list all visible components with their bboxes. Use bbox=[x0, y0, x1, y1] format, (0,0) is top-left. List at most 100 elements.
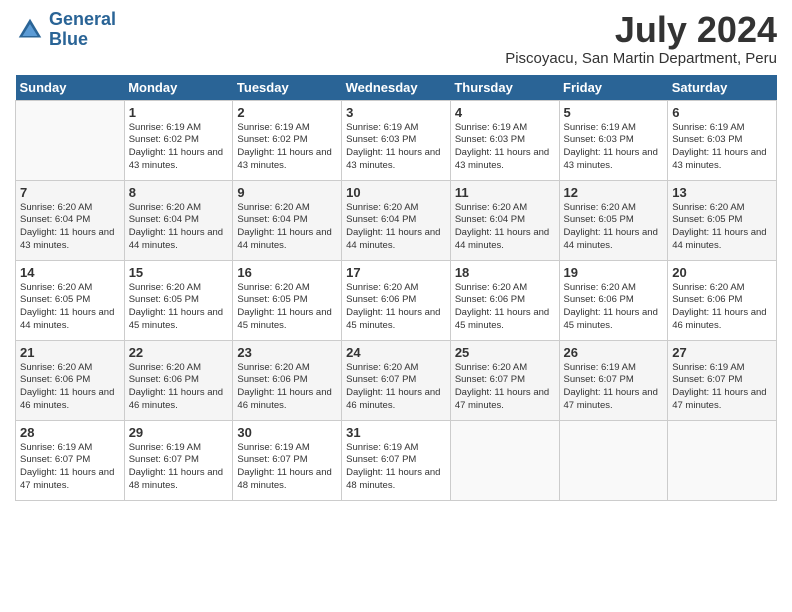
week-row-5: 28 Sunrise: 6:19 AM Sunset: 6:07 PM Dayli… bbox=[16, 420, 777, 500]
day-number: 15 bbox=[129, 265, 229, 280]
day-number: 28 bbox=[20, 425, 120, 440]
day-info: Sunrise: 6:19 AM Sunset: 6:07 PM Dayligh… bbox=[237, 442, 337, 493]
logo-line1: General bbox=[49, 9, 116, 29]
day-number: 24 bbox=[346, 345, 446, 360]
day-header-monday: Monday bbox=[124, 75, 233, 101]
day-number: 20 bbox=[672, 265, 772, 280]
day-info: Sunrise: 6:20 AM Sunset: 6:06 PM Dayligh… bbox=[564, 282, 664, 333]
day-header-friday: Friday bbox=[559, 75, 668, 101]
day-cell: 21 Sunrise: 6:20 AM Sunset: 6:06 PM Dayli… bbox=[16, 340, 125, 420]
day-cell: 23 Sunrise: 6:20 AM Sunset: 6:06 PM Dayli… bbox=[233, 340, 342, 420]
day-info: Sunrise: 6:19 AM Sunset: 6:07 PM Dayligh… bbox=[129, 442, 229, 493]
day-cell: 17 Sunrise: 6:20 AM Sunset: 6:06 PM Dayli… bbox=[342, 260, 451, 340]
day-info: Sunrise: 6:20 AM Sunset: 6:06 PM Dayligh… bbox=[20, 362, 120, 413]
day-info: Sunrise: 6:19 AM Sunset: 6:03 PM Dayligh… bbox=[455, 122, 555, 173]
header: General Blue July 2024 Piscoyacu, San Ma… bbox=[15, 10, 777, 67]
day-cell: 10Sunrise: 6:20 AM Sunset: 6:04 PM Dayli… bbox=[342, 180, 451, 260]
day-number: 31 bbox=[346, 425, 446, 440]
day-info: Sunrise: 6:19 AM Sunset: 6:02 PM Dayligh… bbox=[237, 122, 337, 173]
day-cell: 27 Sunrise: 6:19 AM Sunset: 6:07 PM Dayli… bbox=[668, 340, 777, 420]
day-info: Sunrise: 6:20 AM Sunset: 6:05 PM Dayligh… bbox=[564, 202, 664, 253]
day-number: 14 bbox=[20, 265, 120, 280]
day-info: Sunrise: 6:20 AM Sunset: 6:04 PM Dayligh… bbox=[346, 202, 446, 253]
day-cell: 18 Sunrise: 6:20 AM Sunset: 6:06 PM Dayli… bbox=[450, 260, 559, 340]
logo-text: General Blue bbox=[49, 10, 116, 50]
day-cell: 8Sunrise: 6:20 AM Sunset: 6:04 PM Daylig… bbox=[124, 180, 233, 260]
day-info: Sunrise: 6:20 AM Sunset: 6:07 PM Dayligh… bbox=[346, 362, 446, 413]
day-cell: 16Sunrise: 6:20 AM Sunset: 6:05 PM Dayli… bbox=[233, 260, 342, 340]
day-cell bbox=[450, 420, 559, 500]
day-cell: 14 Sunrise: 6:20 AM Sunset: 6:05 PM Dayli… bbox=[16, 260, 125, 340]
day-info: Sunrise: 6:20 AM Sunset: 6:04 PM Dayligh… bbox=[237, 202, 337, 253]
week-row-2: 7Sunrise: 6:20 AM Sunset: 6:04 PM Daylig… bbox=[16, 180, 777, 260]
title-area: July 2024 Piscoyacu, San Martin Departme… bbox=[505, 10, 777, 67]
week-row-1: 1 Sunrise: 6:19 AM Sunset: 6:02 PM Daylig… bbox=[16, 100, 777, 180]
week-row-4: 21 Sunrise: 6:20 AM Sunset: 6:06 PM Dayli… bbox=[16, 340, 777, 420]
day-info: Sunrise: 6:20 AM Sunset: 6:05 PM Dayligh… bbox=[672, 202, 772, 253]
day-number: 27 bbox=[672, 345, 772, 360]
day-number: 18 bbox=[455, 265, 555, 280]
day-number: 3 bbox=[346, 105, 446, 120]
day-info: Sunrise: 6:20 AM Sunset: 6:06 PM Dayligh… bbox=[346, 282, 446, 333]
day-info: Sunrise: 6:20 AM Sunset: 6:05 PM Dayligh… bbox=[20, 282, 120, 333]
calendar-table: SundayMondayTuesdayWednesdayThursdayFrid… bbox=[15, 75, 777, 501]
main-title: July 2024 bbox=[505, 10, 777, 50]
logo-line2: Blue bbox=[49, 29, 88, 49]
day-info: Sunrise: 6:20 AM Sunset: 6:04 PM Dayligh… bbox=[20, 202, 120, 253]
day-number: 2 bbox=[237, 105, 337, 120]
day-number: 19 bbox=[564, 265, 664, 280]
day-cell: 6Sunrise: 6:19 AM Sunset: 6:03 PM Daylig… bbox=[668, 100, 777, 180]
day-info: Sunrise: 6:19 AM Sunset: 6:07 PM Dayligh… bbox=[672, 362, 772, 413]
header-row: SundayMondayTuesdayWednesdayThursdayFrid… bbox=[16, 75, 777, 101]
day-number: 22 bbox=[129, 345, 229, 360]
day-info: Sunrise: 6:20 AM Sunset: 6:07 PM Dayligh… bbox=[455, 362, 555, 413]
day-cell: 13Sunrise: 6:20 AM Sunset: 6:05 PM Dayli… bbox=[668, 180, 777, 260]
day-header-saturday: Saturday bbox=[668, 75, 777, 101]
day-number: 1 bbox=[129, 105, 229, 120]
day-header-thursday: Thursday bbox=[450, 75, 559, 101]
day-number: 29 bbox=[129, 425, 229, 440]
day-info: Sunrise: 6:20 AM Sunset: 6:05 PM Dayligh… bbox=[129, 282, 229, 333]
day-number: 25 bbox=[455, 345, 555, 360]
day-info: Sunrise: 6:19 AM Sunset: 6:07 PM Dayligh… bbox=[564, 362, 664, 413]
logo-icon bbox=[15, 15, 45, 45]
day-cell: 5 Sunrise: 6:19 AM Sunset: 6:03 PM Daylig… bbox=[559, 100, 668, 180]
day-cell: 20Sunrise: 6:20 AM Sunset: 6:06 PM Dayli… bbox=[668, 260, 777, 340]
day-cell: 15 Sunrise: 6:20 AM Sunset: 6:05 PM Dayli… bbox=[124, 260, 233, 340]
subtitle: Piscoyacu, San Martin Department, Peru bbox=[505, 50, 777, 67]
day-number: 23 bbox=[237, 345, 337, 360]
day-number: 21 bbox=[20, 345, 120, 360]
day-info: Sunrise: 6:19 AM Sunset: 6:02 PM Dayligh… bbox=[129, 122, 229, 173]
day-number: 26 bbox=[564, 345, 664, 360]
day-info: Sunrise: 6:19 AM Sunset: 6:03 PM Dayligh… bbox=[346, 122, 446, 173]
day-header-sunday: Sunday bbox=[16, 75, 125, 101]
day-cell: 9 Sunrise: 6:20 AM Sunset: 6:04 PM Daylig… bbox=[233, 180, 342, 260]
day-cell: 11Sunrise: 6:20 AM Sunset: 6:04 PM Dayli… bbox=[450, 180, 559, 260]
day-cell: 26 Sunrise: 6:19 AM Sunset: 6:07 PM Dayli… bbox=[559, 340, 668, 420]
day-cell: 28 Sunrise: 6:19 AM Sunset: 6:07 PM Dayli… bbox=[16, 420, 125, 500]
day-cell bbox=[668, 420, 777, 500]
day-info: Sunrise: 6:20 AM Sunset: 6:06 PM Dayligh… bbox=[455, 282, 555, 333]
day-info: Sunrise: 6:20 AM Sunset: 6:06 PM Dayligh… bbox=[129, 362, 229, 413]
day-info: Sunrise: 6:19 AM Sunset: 6:03 PM Dayligh… bbox=[564, 122, 664, 173]
day-cell bbox=[559, 420, 668, 500]
day-number: 30 bbox=[237, 425, 337, 440]
day-cell: 30 Sunrise: 6:19 AM Sunset: 6:07 PM Dayli… bbox=[233, 420, 342, 500]
day-number: 8 bbox=[129, 185, 229, 200]
day-number: 4 bbox=[455, 105, 555, 120]
day-cell: 12Sunrise: 6:20 AM Sunset: 6:05 PM Dayli… bbox=[559, 180, 668, 260]
day-cell: 1 Sunrise: 6:19 AM Sunset: 6:02 PM Daylig… bbox=[124, 100, 233, 180]
day-info: Sunrise: 6:20 AM Sunset: 6:05 PM Dayligh… bbox=[237, 282, 337, 333]
day-number: 9 bbox=[237, 185, 337, 200]
day-info: Sunrise: 6:19 AM Sunset: 6:07 PM Dayligh… bbox=[20, 442, 120, 493]
day-number: 5 bbox=[564, 105, 664, 120]
day-cell: 24 Sunrise: 6:20 AM Sunset: 6:07 PM Dayli… bbox=[342, 340, 451, 420]
day-cell: 19 Sunrise: 6:20 AM Sunset: 6:06 PM Dayli… bbox=[559, 260, 668, 340]
week-row-3: 14 Sunrise: 6:20 AM Sunset: 6:05 PM Dayli… bbox=[16, 260, 777, 340]
day-info: Sunrise: 6:20 AM Sunset: 6:06 PM Dayligh… bbox=[237, 362, 337, 413]
day-cell: 31Sunrise: 6:19 AM Sunset: 6:07 PM Dayli… bbox=[342, 420, 451, 500]
day-number: 6 bbox=[672, 105, 772, 120]
day-number: 17 bbox=[346, 265, 446, 280]
day-info: Sunrise: 6:20 AM Sunset: 6:04 PM Dayligh… bbox=[455, 202, 555, 253]
logo: General Blue bbox=[15, 10, 116, 50]
